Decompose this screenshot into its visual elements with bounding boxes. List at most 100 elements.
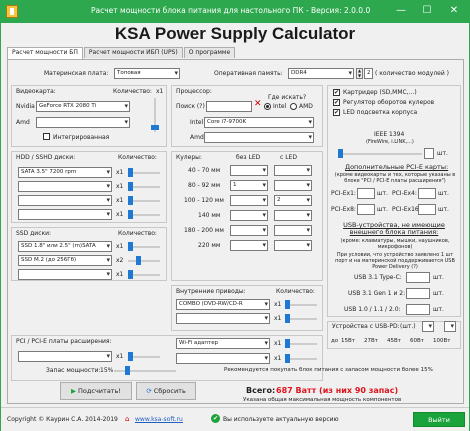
usb-devices-title: USB-устройства, не имеющие внешнего блок… xyxy=(343,221,445,236)
exit-button[interactable]: Выйти xyxy=(413,412,465,427)
minimize-button[interactable]: — xyxy=(388,1,414,21)
usbpd-up-to: до xyxy=(331,338,339,344)
cooler-led-2[interactable] xyxy=(274,180,312,191)
pci-select-3[interactable] xyxy=(176,353,270,364)
case-led-label: LED подсветка корпуса xyxy=(343,109,418,116)
cpu-amd-select[interactable] xyxy=(204,132,314,143)
hdd-slider-3[interactable] xyxy=(128,195,160,206)
fan-controller-checkbox[interactable] xyxy=(333,99,340,106)
usbpd-select-a[interactable] xyxy=(422,321,434,332)
pcie-x8-input[interactable] xyxy=(357,204,375,215)
nvidia-select[interactable]: GeForce RTX 2080 Ti xyxy=(36,101,130,112)
hdd-slider-1[interactable] xyxy=(128,167,160,178)
ssd-select-3[interactable] xyxy=(18,269,112,280)
usbpd-60w: 60Вт xyxy=(410,338,424,344)
integrated-gpu-checkbox[interactable] xyxy=(43,133,50,140)
website-link[interactable]: www.ksa-soft.ru xyxy=(135,416,183,423)
close-icon[interactable]: ✕ xyxy=(254,99,262,109)
pci-select-2[interactable]: Wi-Fi адаптер xyxy=(176,338,270,349)
cooler-led-3[interactable]: 2 xyxy=(274,195,312,206)
hdd-select-3[interactable] xyxy=(18,195,112,206)
amd-gpu-label: Amd xyxy=(16,119,30,126)
ssd-slider-1[interactable] xyxy=(128,241,160,252)
pcie-x4-input[interactable] xyxy=(418,188,436,199)
amd-gpu-select[interactable] xyxy=(36,117,130,128)
cooler-noled-2[interactable]: 1 xyxy=(230,180,268,191)
ieee-slider[interactable] xyxy=(338,148,422,159)
pci-slider-3[interactable] xyxy=(285,353,317,364)
optical-slider-2[interactable] xyxy=(285,313,317,324)
hdd-select-4[interactable] xyxy=(18,209,112,220)
optical-slider-1[interactable] xyxy=(285,299,317,310)
ssd-slider-3[interactable] xyxy=(128,269,160,280)
ieee-unit: шт. xyxy=(437,150,448,157)
videocard-title: Видеокарта: xyxy=(16,88,56,95)
pcie-x1-label: PCI-Ex1: xyxy=(331,190,356,197)
optical-select-1[interactable]: COMBO (DVD-RW/CD-R xyxy=(176,299,270,310)
status-bar: Copyright © Каурин С.А. 2014-2019 ⌂ www.… xyxy=(1,407,469,431)
ram-count-spin[interactable]: ▲ ▼ xyxy=(356,68,363,79)
intel-radio[interactable] xyxy=(264,103,271,110)
cooler-led-6[interactable] xyxy=(274,240,312,251)
cooler-noled-6[interactable] xyxy=(230,240,268,251)
usbpd-100w: 100Вт xyxy=(433,338,451,344)
pcie-x1-input[interactable] xyxy=(357,188,375,199)
ssd-select-1[interactable]: SSD 1.8" или 2.5" (m)SATA xyxy=(18,241,112,252)
pci-select-1[interactable] xyxy=(18,351,112,362)
cardreader-checkbox[interactable] xyxy=(333,89,340,96)
tab-psu-calc[interactable]: Расчет мощности БП xyxy=(7,47,83,59)
pci-slider-1[interactable] xyxy=(128,351,160,362)
usb31-unit: шт. xyxy=(433,290,444,297)
reset-button[interactable]: ⟳ Сбросить xyxy=(136,382,196,400)
usb20-input[interactable] xyxy=(406,304,430,315)
tab-about[interactable]: О программе xyxy=(183,47,236,58)
calculate-button[interactable]: ▶ Подсчитать! xyxy=(60,382,132,400)
maximize-button[interactable]: ☐ xyxy=(414,1,440,21)
pci-count-3: x1 xyxy=(274,355,282,362)
amd-radio[interactable] xyxy=(290,103,297,110)
pcie-x16-input[interactable] xyxy=(418,204,436,215)
cooler-noled-1[interactable] xyxy=(230,165,268,176)
cpu-intel-select[interactable]: Core i7-9700K xyxy=(204,117,314,128)
pci-slider-2[interactable] xyxy=(285,338,317,349)
usb-devices-note: (кроме: клавиатуры, мышки, наушников, ми… xyxy=(340,238,450,250)
tab-ups-calc[interactable]: Расчет мощности ИБП (UPS) xyxy=(83,47,183,58)
cooler-led-4[interactable] xyxy=(274,210,312,221)
window-title: Расчет мощности блока питания для настол… xyxy=(91,6,371,15)
usb-devices-note2: При условии, что устройство заявлено 1 ш… xyxy=(335,252,455,270)
hdd-slider-2[interactable] xyxy=(128,181,160,192)
reserve-slider[interactable] xyxy=(114,365,176,376)
usb31-input[interactable] xyxy=(406,288,430,299)
usb-typec-input[interactable] xyxy=(406,272,430,283)
cpu-search-input[interactable] xyxy=(206,101,252,112)
pci-count-1: x1 xyxy=(116,353,124,360)
optical-select-2[interactable] xyxy=(176,313,270,324)
case-led-checkbox[interactable] xyxy=(333,109,340,116)
ieee-count[interactable] xyxy=(424,148,434,159)
cooler-led-1[interactable] xyxy=(274,165,312,176)
videocard-count-slider[interactable] xyxy=(150,98,160,132)
cooler-size-2: 80 - 92 мм xyxy=(188,182,221,189)
cooler-noled-5[interactable] xyxy=(230,225,268,236)
ssd-select-2[interactable]: SSD M.2 (до 256Гб) xyxy=(18,255,112,266)
cooler-led-5[interactable] xyxy=(274,225,312,236)
ssd-slider-2[interactable] xyxy=(128,255,160,266)
cooler-noled-4[interactable] xyxy=(230,210,268,221)
hdd-select-2[interactable] xyxy=(18,181,112,192)
optical-title: Внутренние приводы: xyxy=(176,288,246,295)
usbpd-15w: 15Вт xyxy=(341,338,355,344)
cooler-noled-3[interactable] xyxy=(230,195,268,206)
ieee-label: IEEE 1394 xyxy=(374,131,405,138)
nvidia-label: Nvidia xyxy=(16,103,35,110)
close-button[interactable]: ✕ xyxy=(441,1,467,21)
motherboard-select[interactable]: Топовая xyxy=(114,68,180,79)
coolers-noled-header: без LED xyxy=(236,154,261,161)
ram-type-select[interactable]: DDR4 xyxy=(288,68,354,79)
hdd-select-1[interactable]: SATA 3.5" 7200 rpm xyxy=(18,167,112,178)
home-icon: ⌂ xyxy=(125,415,130,423)
hdd-slider-4[interactable] xyxy=(128,209,160,220)
integrated-gpu-label: Интегрированная xyxy=(53,134,110,141)
ram-count-input[interactable]: 2 xyxy=(364,68,373,79)
usbpd-select-b[interactable] xyxy=(444,321,456,332)
pcie-x8-label: PCI-Ex8: xyxy=(331,206,356,213)
